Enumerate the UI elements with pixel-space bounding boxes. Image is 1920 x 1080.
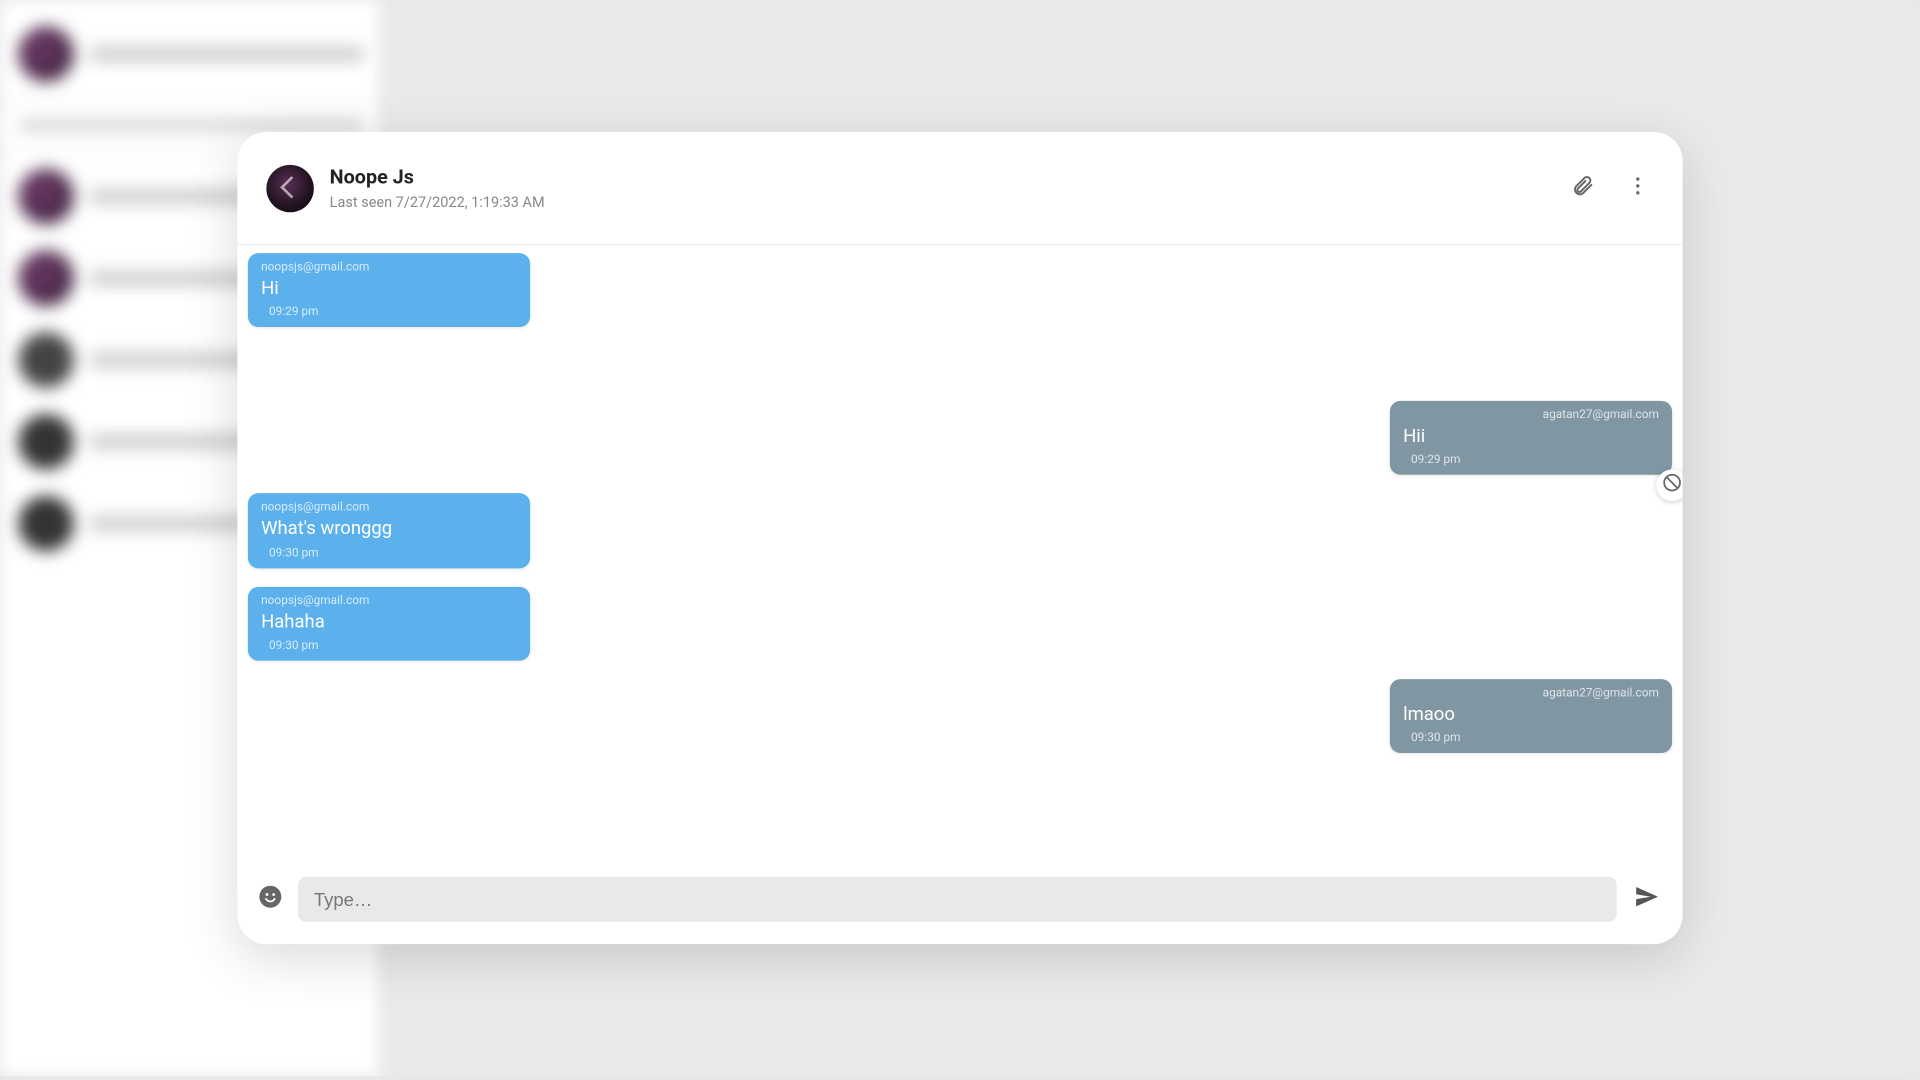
message-in[interactable]: noopsjs@gmail.com Hi 09:29 pm bbox=[248, 253, 530, 327]
message-in[interactable]: noopsjs@gmail.com What's wronggg 09:30 p… bbox=[248, 494, 530, 568]
message-time: 09:30 pm bbox=[269, 639, 517, 652]
send-button[interactable] bbox=[1630, 882, 1664, 916]
chat-composer bbox=[237, 873, 1682, 944]
message-row: agatan27@gmail.com lmaoo 09:30 pm bbox=[248, 679, 1672, 753]
message-out[interactable]: agatan27@gmail.com lmaoo 09:30 pm bbox=[1390, 679, 1672, 753]
message-time: 09:30 pm bbox=[269, 547, 517, 560]
chat-header: Noope Js Last seen 7/27/2022, 1:19:33 AM bbox=[237, 132, 1682, 245]
message-time: 09:29 pm bbox=[269, 306, 517, 319]
message-text: Hahaha bbox=[261, 610, 517, 634]
message-sender: noopsjs@gmail.com bbox=[261, 502, 517, 515]
paperclip-icon bbox=[1571, 173, 1595, 202]
message-time: 09:29 pm bbox=[1411, 454, 1659, 467]
send-icon bbox=[1633, 882, 1662, 916]
message-sender: noopsjs@gmail.com bbox=[261, 261, 517, 274]
blocked-badge[interactable] bbox=[1656, 469, 1682, 501]
chat-window: Noope Js Last seen 7/27/2022, 1:19:33 AM bbox=[237, 132, 1682, 944]
block-icon bbox=[1662, 472, 1683, 498]
message-text: lmaoo bbox=[1403, 703, 1659, 727]
emoji-button[interactable] bbox=[256, 885, 285, 914]
more-button[interactable] bbox=[1622, 167, 1654, 209]
message-row: noopsjs@gmail.com Hi 09:29 pm bbox=[248, 253, 1672, 327]
message-in[interactable]: noopsjs@gmail.com Hahaha 09:30 pm bbox=[248, 586, 530, 660]
chat-last-seen: Last seen 7/27/2022, 1:19:33 AM bbox=[330, 194, 1543, 211]
smiley-icon bbox=[257, 884, 283, 916]
message-time: 09:30 pm bbox=[1411, 732, 1659, 745]
message-input[interactable] bbox=[298, 877, 1617, 922]
avatar[interactable] bbox=[266, 164, 313, 211]
chat-title: Noope Js bbox=[330, 165, 1543, 189]
message-row: noopsjs@gmail.com What's wronggg 09:30 p… bbox=[248, 494, 1672, 568]
kebab-icon bbox=[1626, 173, 1650, 202]
message-row: agatan27@gmail.com Hii 09:29 pm bbox=[248, 401, 1672, 475]
attach-button[interactable] bbox=[1567, 167, 1599, 209]
message-text: Hi bbox=[261, 277, 517, 301]
message-sender: agatan27@gmail.com bbox=[1403, 409, 1659, 422]
message-row: noopsjs@gmail.com Hahaha 09:30 pm bbox=[248, 586, 1672, 660]
message-sender: noopsjs@gmail.com bbox=[261, 594, 517, 607]
chat-body: noopsjs@gmail.com Hi 09:29 pm agatan27@g… bbox=[237, 245, 1682, 873]
message-sender: agatan27@gmail.com bbox=[1403, 687, 1659, 700]
message-out[interactable]: agatan27@gmail.com Hii 09:29 pm bbox=[1390, 401, 1672, 475]
message-text: What's wronggg bbox=[261, 517, 517, 541]
message-text: Hii bbox=[1403, 425, 1659, 449]
